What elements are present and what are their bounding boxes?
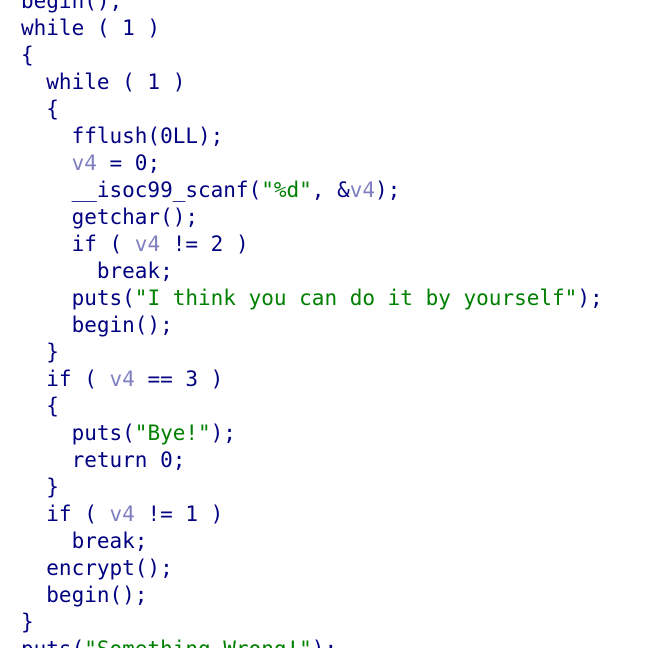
code-token: }: [21, 475, 59, 499]
code-token: begin();: [21, 0, 123, 13]
string-literal: "%d": [261, 178, 312, 202]
variable-token[interactable]: v4: [110, 367, 135, 391]
code-line[interactable]: break;: [21, 258, 173, 285]
code-line[interactable]: if ( v4 != 1 ): [21, 501, 223, 528]
variable-token[interactable]: v4: [350, 178, 375, 202]
code-token: != 2 ): [160, 232, 249, 256]
code-line[interactable]: __isoc99_scanf("%d", &v4);: [21, 177, 401, 204]
code-line[interactable]: begin();: [21, 582, 147, 609]
string-literal: "Something Wrong!": [84, 637, 312, 648]
code-line[interactable]: {: [21, 96, 59, 123]
code-line[interactable]: while ( 1 ): [21, 15, 160, 42]
code-line[interactable]: }: [21, 339, 59, 366]
code-token: );: [210, 421, 236, 445]
code-token: getchar();: [21, 205, 199, 229]
code-token: puts(: [21, 286, 135, 310]
code-token: = 0;: [96, 151, 161, 175]
code-token: {: [21, 97, 59, 121]
code-token: if (: [21, 367, 110, 391]
code-token: );: [312, 637, 337, 648]
code-line[interactable]: puts("Bye!");: [21, 420, 236, 447]
code-token: }: [21, 340, 59, 364]
code-line[interactable]: begin();: [21, 312, 173, 339]
code-token: fflush(0LL);: [21, 124, 224, 148]
variable-token[interactable]: v4: [110, 502, 135, 526]
code-line[interactable]: begin();: [21, 0, 122, 15]
code-token: while ( 1 ): [21, 16, 161, 40]
variable-token[interactable]: v4: [135, 232, 160, 256]
code-line[interactable]: if ( v4 != 2 ): [21, 231, 249, 258]
pseudocode-view[interactable]: begin(); while ( 1 ) { while ( 1 ) { fflus…: [0, 0, 662, 648]
code-line[interactable]: getchar();: [21, 204, 198, 231]
code-token: != 1 ): [134, 502, 224, 526]
code-token: if (: [21, 232, 135, 256]
code-token: return 0;: [21, 448, 186, 472]
code-line[interactable]: v4 = 0;: [21, 150, 161, 177]
string-literal: "I think you can do it by yourself": [134, 286, 578, 310]
code-token: if (: [21, 502, 110, 526]
code-line[interactable]: fflush(0LL);: [21, 123, 224, 150]
code-line[interactable]: puts("I think you can do it by yourself"…: [21, 285, 603, 312]
code-token: begin();: [21, 313, 173, 337]
code-line[interactable]: return 0;: [21, 447, 186, 474]
code-token: , &: [311, 178, 350, 202]
code-line[interactable]: puts("Something Wrong!");: [21, 636, 337, 648]
code-token: puts(: [21, 421, 135, 445]
code-token: break;: [21, 529, 148, 553]
code-token: while ( 1 ): [21, 70, 186, 94]
code-token: == 3 ): [134, 367, 224, 391]
code-token: begin();: [21, 583, 148, 607]
code-line[interactable]: {: [21, 42, 34, 69]
code-line[interactable]: break;: [21, 528, 148, 555]
code-token: {: [21, 43, 34, 67]
code-token: );: [375, 178, 401, 202]
code-line[interactable]: }: [21, 609, 34, 636]
variable-token[interactable]: v4: [72, 151, 97, 175]
code-token: );: [577, 286, 603, 310]
code-token: {: [21, 394, 59, 418]
code-token: }: [21, 610, 34, 634]
code-line[interactable]: while ( 1 ): [21, 69, 185, 96]
code-line[interactable]: {: [21, 393, 59, 420]
code-token: puts(: [21, 637, 84, 648]
code-line[interactable]: encrypt();: [21, 555, 173, 582]
string-literal: "Bye!": [134, 421, 211, 445]
code-token: __isoc99_scanf(: [21, 178, 262, 202]
code-line[interactable]: }: [21, 474, 59, 501]
code-token: break;: [21, 259, 173, 283]
code-token: encrypt();: [21, 556, 173, 580]
code-line[interactable]: if ( v4 == 3 ): [21, 366, 223, 393]
